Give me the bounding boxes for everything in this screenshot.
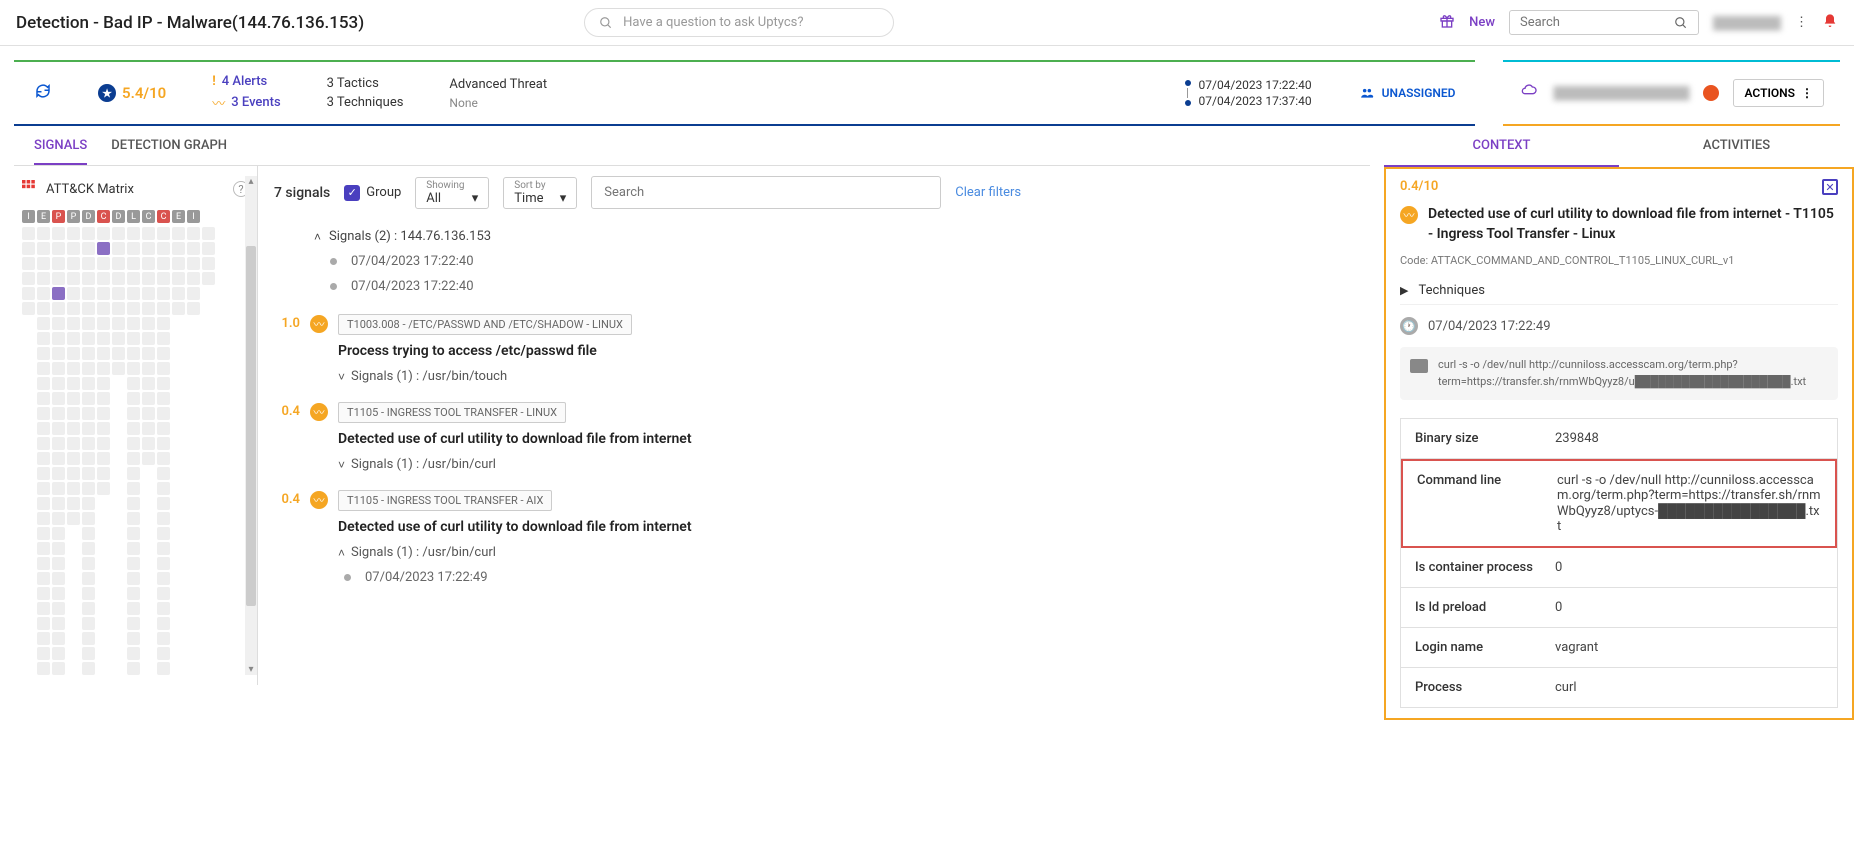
search-icon xyxy=(599,16,613,30)
score-value: 5.4/10 xyxy=(122,84,166,102)
alert-icon: ! xyxy=(212,74,216,89)
pulse-icon: 〰 xyxy=(212,93,225,112)
assignee[interactable]: UNASSIGNED xyxy=(1358,86,1456,100)
check-icon: ✓ xyxy=(344,185,360,201)
more-menu-icon[interactable]: ⋮ xyxy=(1795,15,1808,30)
pulse-icon: 〰 xyxy=(310,403,328,421)
detection-title: Process trying to access /etc/passwd fil… xyxy=(338,343,1354,359)
timeline-item[interactable]: 07/04/2023 17:22:40 xyxy=(330,254,1354,269)
scroll-down-icon[interactable]: ▾ xyxy=(248,664,253,675)
alerts-link[interactable]: !4 Alerts xyxy=(212,74,280,89)
actions-button[interactable]: ACTIONS⋮ xyxy=(1733,79,1824,107)
host-summary: ████████████████ ACTIONS⋮ xyxy=(1503,60,1840,126)
time-range: 07/04/2023 17:22:4007/04/2023 17:37:40 xyxy=(1185,78,1312,108)
techniques-toggle[interactable]: ▶ Techniques xyxy=(1400,277,1838,305)
keyboard-icon xyxy=(1410,359,1428,373)
ask-box[interactable]: Have a question to ask Uptycs? xyxy=(584,8,894,37)
showing-dropdown[interactable]: Showing All▾ xyxy=(415,177,489,209)
detection-tag: T1105 - INGRESS TOOL TRANSFER - LINUX xyxy=(338,402,566,423)
people-icon xyxy=(1358,86,1376,100)
detection-signals-toggle[interactable]: ˄Signals (1) : /usr/bin/curl xyxy=(338,545,1354,560)
detection-tag: T1003.008 - /ETC/PASSWD AND /ETC/SHADOW … xyxy=(338,314,632,335)
table-row: Binary size239848 xyxy=(1401,419,1837,459)
detection-score: 0.4 xyxy=(274,402,300,472)
sort-dropdown[interactable]: Sort by Time▾ xyxy=(503,177,577,209)
hostname-redacted: ████████████████ xyxy=(1553,86,1689,100)
detail-title: Detected use of curl utility to download… xyxy=(1428,205,1838,244)
close-icon[interactable]: ✕ xyxy=(1822,179,1838,195)
signal-group-header[interactable]: ˄Signals (2) : 144.76.136.153 xyxy=(314,229,1354,244)
timeline-item[interactable]: 07/04/2023 17:22:40 xyxy=(330,279,1354,294)
sync-icon[interactable] xyxy=(34,82,52,104)
detail-panel: 0.4/10 ✕ 〰 Detected use of curl utility … xyxy=(1384,167,1854,720)
cloud-icon xyxy=(1519,83,1539,103)
table-row: Is container process0 xyxy=(1401,548,1837,588)
attck-matrix[interactable] xyxy=(22,227,249,675)
matrix-header-row: IEPPDCDLCCEI xyxy=(22,210,249,223)
scrollbar[interactable]: ▴ ▾ xyxy=(245,176,257,675)
gift-icon[interactable] xyxy=(1439,13,1455,33)
star-icon: ★ xyxy=(98,84,116,102)
pulse-icon: 〰 xyxy=(310,491,328,509)
tactics-block: 3 Tactics 3 Techniques xyxy=(327,76,404,110)
tab-activities[interactable]: ACTIVITIES xyxy=(1619,126,1854,167)
new-label[interactable]: New xyxy=(1469,15,1495,30)
attck-label: ATT&CK Matrix xyxy=(46,182,134,197)
detection-title: Detected use of curl utility to download… xyxy=(338,519,1354,535)
detection-item[interactable]: 1.0 〰 T1003.008 - /ETC/PASSWD AND /ETC/S… xyxy=(274,314,1354,384)
detection-signals-toggle[interactable]: ˅Signals (1) : /usr/bin/curl xyxy=(338,457,1354,472)
command-preview: curl -s -o /dev/null http://cunniloss.ac… xyxy=(1400,347,1838,400)
bell-icon[interactable] xyxy=(1822,13,1838,33)
events-link[interactable]: 〰3 Events xyxy=(212,93,280,112)
detection-title: Detected use of curl utility to download… xyxy=(338,431,1354,447)
detection-score: 1.0 xyxy=(274,314,300,384)
matrix-icon xyxy=(22,180,36,198)
chevron-down-icon: ▾ xyxy=(560,191,567,206)
pulse-icon: 〰 xyxy=(1400,206,1418,224)
tab-signals[interactable]: SIGNALS xyxy=(34,138,87,165)
tab-context[interactable]: CONTEXT xyxy=(1384,126,1619,167)
triangle-right-icon: ▶ xyxy=(1400,284,1408,297)
signals-search-input[interactable] xyxy=(604,185,928,200)
page-title: Detection - Bad IP - Malware(144.76.136.… xyxy=(16,13,364,33)
detail-timestamp: 🕐 07/04/2023 17:22:49 xyxy=(1400,317,1838,335)
detection-score: 0.4 xyxy=(274,490,300,595)
ubuntu-icon xyxy=(1703,85,1719,101)
group-checkbox[interactable]: ✓ Group xyxy=(344,185,401,201)
chevron-down-icon: ▾ xyxy=(472,191,479,206)
score: ★ 5.4/10 xyxy=(98,84,166,102)
clock-icon: 🕐 xyxy=(1400,317,1418,335)
chevron-down-icon: ˅ xyxy=(338,458,345,472)
timeline-item[interactable]: 07/04/2023 17:22:49 xyxy=(344,570,1354,585)
clear-filters[interactable]: Clear filters xyxy=(955,185,1021,200)
detail-score: 0.4/10 xyxy=(1400,179,1438,194)
summary-bar: ★ 5.4/10 !4 Alerts 〰3 Events 3 Tactics 3… xyxy=(14,60,1475,126)
table-row: Is ld preload0 xyxy=(1401,588,1837,628)
pulse-icon: 〰 xyxy=(310,315,328,333)
table-row: Command linecurl -s -o /dev/null http://… xyxy=(1401,459,1837,548)
signal-count: 7 signals xyxy=(274,185,330,201)
chevron-up-icon: ˄ xyxy=(314,230,321,244)
global-search[interactable] xyxy=(1509,10,1699,35)
chevron-up-icon: ˄ xyxy=(338,546,345,560)
ask-placeholder: Have a question to ask Uptycs? xyxy=(623,15,803,30)
signals-search[interactable] xyxy=(591,176,941,209)
scroll-up-icon[interactable]: ▴ xyxy=(248,176,253,187)
tab-detection-graph[interactable]: DETECTION GRAPH xyxy=(111,138,227,165)
detail-code: Code: ATTACK_COMMAND_AND_CONTROL_T1105_L… xyxy=(1400,254,1838,267)
search-input[interactable] xyxy=(1520,15,1660,30)
detection-item[interactable]: 0.4 〰 T1105 - INGRESS TOOL TRANSFER - LI… xyxy=(274,402,1354,472)
detection-tag: T1105 - INGRESS TOOL TRANSFER - AIX xyxy=(338,490,552,511)
chevron-down-icon: ˅ xyxy=(338,370,345,384)
detection-item[interactable]: 0.4 〰 T1105 - INGRESS TOOL TRANSFER - AI… xyxy=(274,490,1354,595)
table-row: Login namevagrant xyxy=(1401,628,1837,668)
user-info-redacted: ████████ xyxy=(1713,16,1781,30)
search-icon xyxy=(1674,16,1688,30)
scroll-thumb[interactable] xyxy=(246,246,256,606)
detail-table: Binary size239848 Command linecurl -s -o… xyxy=(1400,418,1838,708)
detection-signals-toggle[interactable]: ˅Signals (1) : /usr/bin/touch xyxy=(338,369,1354,384)
threat-block: Advanced Threat None xyxy=(449,77,547,110)
table-row: Processcurl xyxy=(1401,668,1837,707)
